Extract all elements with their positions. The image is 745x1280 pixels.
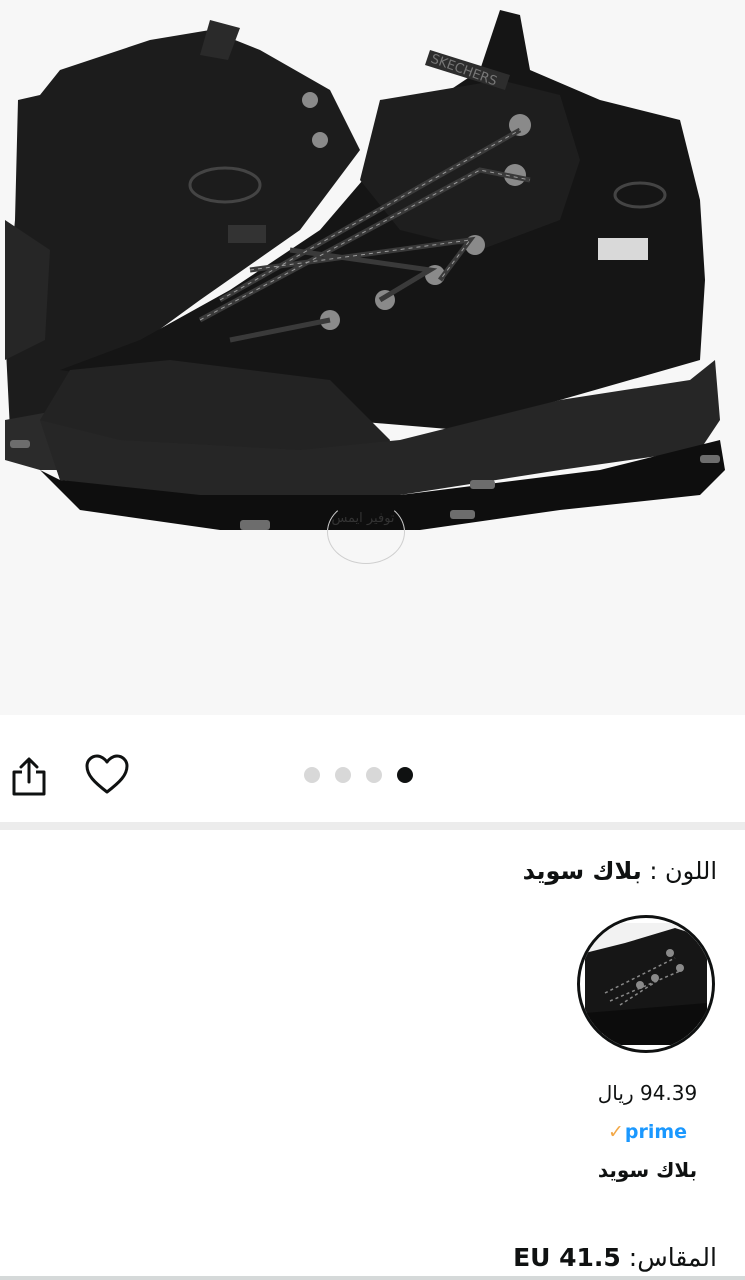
bottom-divider <box>0 1276 745 1280</box>
color-value: بلاك سويد <box>522 857 642 885</box>
favorite-button[interactable] <box>84 752 130 798</box>
swatch-thumbnail <box>585 923 707 1045</box>
image-dot-1[interactable] <box>304 767 320 783</box>
heart-icon <box>85 754 129 794</box>
share-button[interactable] <box>8 752 50 798</box>
size-value: EU 41.5 <box>513 1243 621 1272</box>
color-swatch-black-suede[interactable] <box>577 915 715 1053</box>
size-label: المقاس: <box>620 1243 717 1272</box>
image-dot-4-active[interactable] <box>397 767 413 783</box>
prime-check-icon: ✓ <box>607 1121 624 1143</box>
prime-label: prime <box>624 1121 688 1143</box>
swatch-price: 94.39 ريال <box>597 1081 698 1105</box>
image-dot-2[interactable] <box>335 767 351 783</box>
color-selection-label: اللون : بلاك سويد <box>523 857 717 885</box>
watermark-ring <box>327 500 405 564</box>
watermark-text: توفير ايمس <box>331 511 395 526</box>
swatch-variant-name: بلاك سويد <box>597 1158 698 1182</box>
size-selection-label[interactable]: المقاس: EU 41.5 <box>513 1243 717 1272</box>
image-pagination <box>304 766 413 784</box>
section-divider <box>0 822 745 830</box>
product-image[interactable]: SKECHERS توفير ايمس <box>0 0 745 715</box>
prime-badge: ✓prime <box>560 1121 735 1143</box>
image-dot-3[interactable] <box>366 767 382 783</box>
share-icon <box>12 757 46 796</box>
color-label: اللون : <box>641 857 717 885</box>
product-photo-boots: SKECHERS <box>5 10 725 530</box>
